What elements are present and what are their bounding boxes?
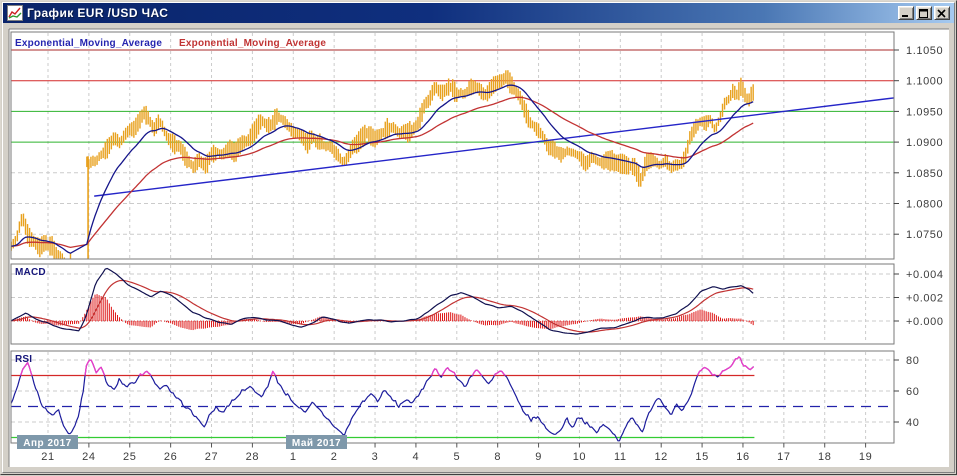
date-tick-label: 24 — [82, 451, 95, 463]
date-tick-label: 11 — [614, 451, 627, 463]
price-axis-labels-tick: 1.1050 — [906, 45, 943, 57]
rsi-axis-labels-tick: 80 — [906, 355, 919, 367]
month-badge-april-label: Апр 2017 — [23, 438, 71, 449]
app-window: График EUR /USD ЧАС — [0, 0, 957, 475]
date-tick-label: 21 — [41, 451, 54, 463]
date-tick-label: 26 — [164, 451, 177, 463]
date-tick-label: 10 — [573, 451, 586, 463]
month-badge-may-label: Май 2017 — [292, 438, 341, 449]
date-tick-label: 4 — [413, 451, 420, 463]
macd-axis-labels-tick: +0.004 — [906, 269, 944, 281]
date-tick-label: 3 — [372, 451, 379, 463]
date-tick-label: 16 — [736, 451, 749, 463]
date-tick-label: 8 — [494, 451, 501, 463]
date-tick-label: 17 — [777, 451, 790, 463]
price-axis-labels-tick: 1.1000 — [906, 76, 943, 88]
rsi-axis-labels-tick: 60 — [906, 386, 919, 398]
date-tick-label: 27 — [205, 451, 218, 463]
month-badge-april: Апр 2017 — [17, 435, 78, 449]
date-tick-label: 15 — [695, 451, 708, 463]
date-tick-label: 12 — [654, 451, 667, 463]
month-badge-may: Май 2017 — [286, 435, 347, 449]
date-tick-label: 2 — [331, 451, 338, 463]
rsi-panel-label: RSI — [15, 354, 32, 365]
chart-area: 1.1050 1.1000 1.0950 1.0900 1.0850 1.0800 1.07… — [1, 1, 957, 476]
macd-axis-labels-tick: +0.002 — [906, 293, 944, 305]
price-axis-labels-tick: 1.0800 — [906, 199, 943, 211]
date-tick-label: 1 — [290, 451, 297, 463]
macd-panel-label: MACD — [15, 267, 46, 278]
price-axis-labels-tick: 1.0850 — [906, 168, 943, 180]
price-axis-labels-tick: 1.0950 — [906, 106, 943, 118]
date-tick-label: 25 — [123, 451, 136, 463]
ema-fast-label: Exponential_Moving_Average — [15, 38, 162, 49]
date-tick-label: 19 — [859, 451, 872, 463]
date-tick-label: 18 — [818, 451, 831, 463]
date-tick-label: 9 — [535, 451, 542, 463]
price-axis-labels-tick: 1.0750 — [906, 229, 943, 241]
rsi-axis-labels-tick: 40 — [906, 417, 919, 429]
ema-slow-label: Exponential_Moving_Average — [179, 38, 326, 49]
price-axis-labels-tick: 1.0900 — [906, 137, 943, 149]
date-tick-label: 5 — [453, 451, 460, 463]
macd-axis-labels-tick: +0.000 — [906, 316, 944, 328]
date-tick-label: 28 — [246, 451, 259, 463]
